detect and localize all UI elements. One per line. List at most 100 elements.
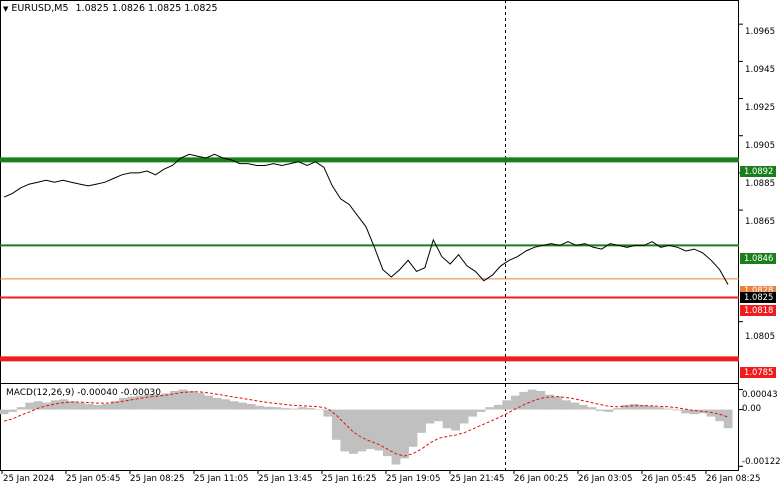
macd-bar (715, 409, 724, 422)
macd-bar (8, 409, 18, 412)
macd-axis-label: 0.00043 (742, 390, 778, 400)
time-axis-label: 26 Jan 03:05 (578, 474, 633, 484)
macd-bar (561, 400, 571, 410)
level-tag-target: 1.0846 (740, 253, 776, 264)
time-axis-label: 25 Jan 13:45 (258, 474, 313, 484)
macd-bar (238, 402, 247, 410)
level-tag-support-thick: 1.0785 (740, 367, 776, 378)
macd-bar (630, 404, 639, 410)
macd-bar (204, 395, 213, 410)
macd-bar (391, 409, 401, 465)
time-axis-label: 25 Jan 05:45 (66, 474, 121, 484)
macd-bar (664, 408, 673, 410)
macd-bar (400, 409, 409, 459)
macd-bar (468, 409, 477, 417)
price-axis-label: 1.0945 (745, 65, 776, 75)
macd-bar (289, 408, 299, 410)
time-axis-label: 25 Jan 2024 (3, 474, 55, 484)
price-axis-label: 1.0885 (745, 179, 776, 189)
macd-label: MACD(12,26,9) -0.00040 -0.00030 (6, 388, 162, 398)
macd-bar (246, 404, 256, 410)
macd-axis-label: -0.00122 (742, 457, 781, 467)
macd-bar (527, 389, 537, 410)
macd-bar (425, 409, 435, 424)
price-axis-label: 1.0905 (745, 141, 776, 151)
macd-bar (451, 409, 460, 431)
macd-bar (76, 402, 86, 410)
macd-bar (723, 409, 733, 429)
macd-bar (655, 407, 665, 410)
collapse-triangle-icon[interactable]: ▼ (3, 5, 8, 13)
level-tag-resistance: 1.0892 (740, 166, 776, 177)
macd-bar (0, 409, 9, 415)
macd-bar (272, 407, 282, 410)
macd-bar (314, 409, 324, 410)
symbol-header[interactable]: ▼ EURUSD,M5 1.0825 1.0826 1.0825 1.0825 (3, 3, 218, 14)
time-axis-label: 26 Jan 00:25 (514, 474, 569, 484)
macd-bar (485, 407, 494, 410)
level-tag-support: 1.0818 (740, 305, 776, 316)
macd-bar (349, 409, 358, 454)
time-axis-label: 26 Jan 05:45 (642, 474, 697, 484)
macd-bar (553, 396, 563, 410)
macd-bar (195, 392, 205, 410)
macd-bar (187, 391, 196, 410)
macd-bar (706, 409, 716, 417)
time-axis-label: 25 Jan 21:45 (450, 474, 505, 484)
macd-bar (519, 391, 529, 410)
macd-axis-label: 0.00 (742, 404, 762, 414)
macd-bar (280, 408, 290, 410)
price-axis-label: 1.0965 (745, 27, 776, 37)
macd-bar (16, 407, 26, 410)
macd-bar (647, 405, 656, 410)
macd-bar (119, 397, 128, 410)
price-axis-label: 1.0805 (745, 332, 776, 342)
macd-bar (587, 407, 597, 410)
macd-bar (442, 409, 452, 429)
macd-bar (229, 401, 239, 410)
macd-bar (476, 409, 486, 412)
macd-bar (604, 409, 614, 412)
macd-bar (84, 404, 94, 410)
macd-bar (459, 409, 469, 424)
chart-canvas[interactable] (0, 0, 781, 489)
time-axis-label: 26 Jan 08:25 (706, 474, 761, 484)
macd-bar (493, 404, 503, 410)
macd-bar (570, 402, 580, 410)
macd-bar (434, 409, 443, 422)
symbol-label: EURUSD,M5 (11, 3, 69, 14)
price-axis-label: 1.0865 (745, 217, 776, 227)
macd-bar (613, 408, 622, 410)
macd-bar (408, 409, 418, 447)
time-axis-label: 25 Jan 08:25 (130, 474, 185, 484)
macd-bar (297, 407, 307, 410)
macd-bar (93, 404, 103, 410)
macd-bar (536, 391, 546, 410)
price-axis-label: 1.0925 (745, 103, 776, 113)
macd-bar (306, 408, 316, 410)
macd-bar (127, 396, 137, 410)
macd-bar (25, 402, 35, 410)
macd-bar (596, 409, 605, 411)
macd-bar (681, 409, 690, 414)
time-axis-label: 25 Jan 16:25 (322, 474, 377, 484)
chart-window[interactable]: ▼ EURUSD,M5 1.0825 1.0826 1.0825 1.0825 … (0, 0, 781, 489)
macd-bar (621, 404, 631, 410)
macd-bar (331, 409, 341, 440)
macd-bar (672, 409, 682, 411)
time-axis-label: 25 Jan 11:05 (194, 474, 249, 484)
macd-bar (502, 400, 512, 410)
macd-bar (357, 409, 367, 452)
macd-bar (102, 404, 111, 410)
macd-bar (263, 406, 273, 410)
macd-bar (212, 397, 222, 410)
time-axis-label: 25 Jan 19:05 (386, 474, 441, 484)
macd-bar (578, 404, 588, 410)
macd-bar (221, 399, 230, 410)
macd-bar (366, 409, 375, 450)
level-tag-bid: 1.0825 (740, 292, 776, 303)
macd-bar (255, 405, 265, 410)
ohlc-quote: 1.0825 1.0826 1.0825 1.0825 (75, 3, 218, 14)
macd-bar (417, 409, 426, 433)
macd-bar (340, 409, 350, 452)
